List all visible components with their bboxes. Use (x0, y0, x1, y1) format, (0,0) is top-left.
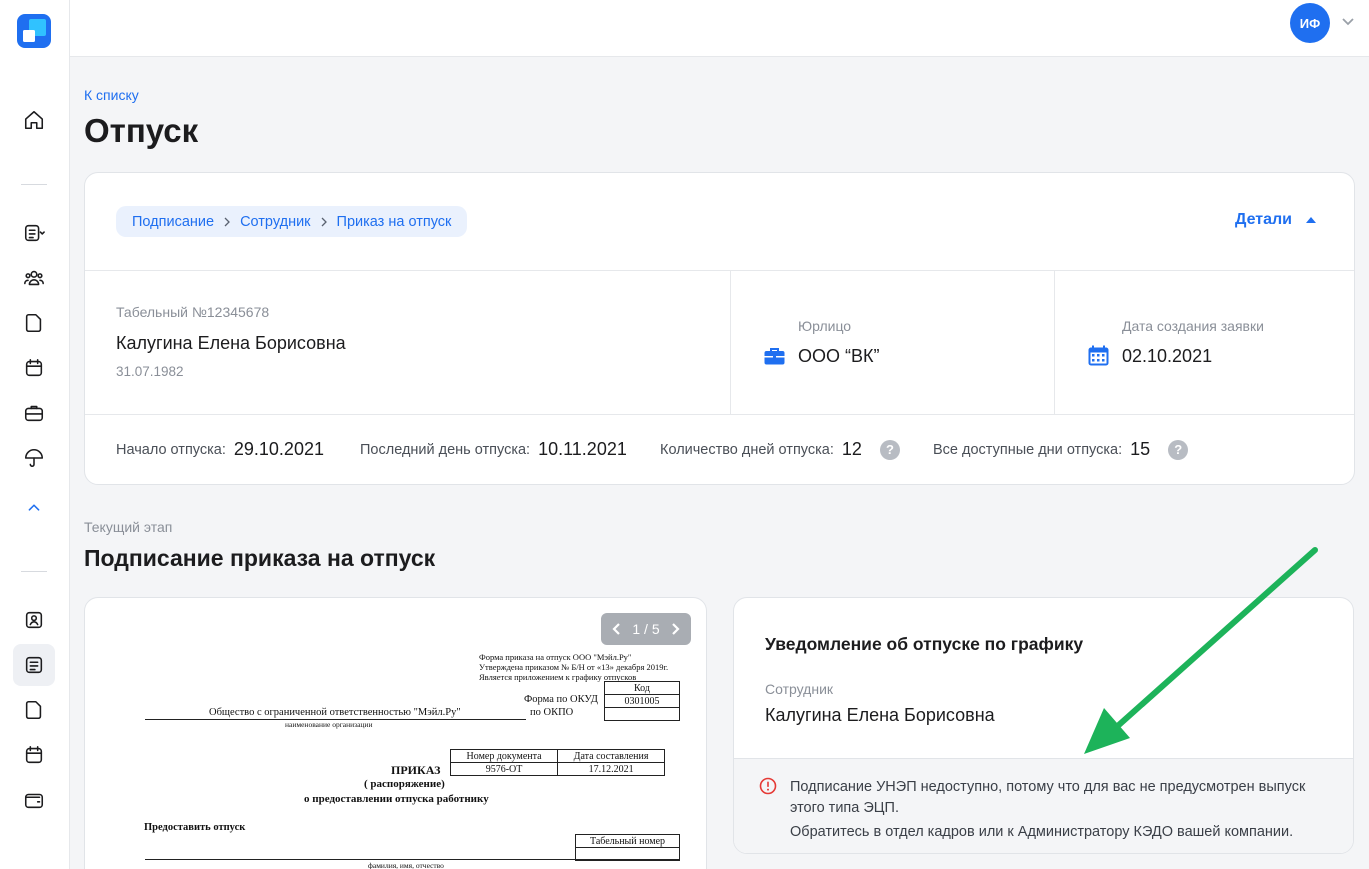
doc-underline (145, 859, 680, 860)
help-icon[interactable]: ? (1168, 440, 1188, 460)
details-label: Детали (1235, 211, 1292, 229)
calendar-icon[interactable] (13, 347, 55, 389)
doc-header-line: Утверждена приказом № Б/Н от «13» декабр… (479, 662, 668, 672)
profile-icon[interactable] (13, 599, 55, 641)
tab-number-label: Табельный номер (576, 835, 680, 848)
notice-employee-label: Сотрудник (765, 681, 833, 697)
briefcase-icon (764, 347, 785, 365)
page-pager: 1 / 5 (601, 613, 691, 645)
sidebar-divider (21, 571, 47, 572)
fio-caption: фамилия, имя, отчество (368, 861, 444, 869)
wallet-icon[interactable] (13, 779, 55, 821)
available-days-label: Все доступные дни отпуска: (933, 442, 1122, 458)
page-indicator: 1 / 5 (632, 621, 659, 637)
people-icon[interactable] (13, 257, 55, 299)
birth-date: 31.07.1982 (116, 364, 184, 379)
home-icon[interactable] (13, 99, 55, 141)
employee-name: Калугина Елена Борисовна (116, 333, 346, 354)
avatar[interactable]: ИФ (1290, 3, 1330, 43)
divider (85, 270, 1354, 271)
breadcrumb-item[interactable]: Приказ на отпуск (337, 214, 452, 230)
vacation-days-label: Количество дней отпуска: (660, 442, 834, 458)
doc-date: 17.12.2021 (558, 763, 665, 776)
tab-number: Табельный №12345678 (116, 304, 269, 320)
code-label: Код (605, 682, 680, 695)
order-subtitle: ( распоряжение) (364, 778, 445, 790)
available-days-value: 15 (1130, 439, 1150, 460)
details-toggle[interactable]: Детали (1235, 211, 1316, 229)
order-title: ПРИКАЗ (391, 763, 440, 778)
umbrella-icon[interactable] (13, 437, 55, 479)
okpo-label: по ОКПО (530, 707, 573, 718)
current-stage-title: Подписание приказа на отпуск (84, 545, 435, 572)
okud-value: 0301005 (605, 695, 680, 708)
alert-text: Подписание УНЭП недоступно, потому что д… (790, 777, 1335, 843)
legal-entity: ООО “ВК” (798, 346, 879, 367)
breadcrumb-item[interactable]: Подписание (132, 214, 214, 230)
notice-title: Уведомление об отпуске по графику (765, 634, 1083, 655)
sidebar (0, 0, 70, 869)
available-days-stat: Все доступные дни отпуска: 15 ? (933, 439, 1188, 460)
doc-number-label: Номер документа (451, 750, 558, 763)
alert-line: Подписание УНЭП недоступно, потому что д… (790, 777, 1335, 819)
org-name: Общество с ограниченной ответственностью… (209, 707, 461, 718)
app-logo-icon[interactable] (17, 14, 51, 48)
calendar-icon (1088, 345, 1109, 366)
alert-circle-icon (759, 777, 777, 795)
page-title: Отпуск (84, 112, 198, 150)
vacation-end-stat: Последний день отпуска: 10.11.2021 (360, 439, 627, 460)
document-list-icon[interactable] (13, 644, 55, 686)
divider (85, 414, 1354, 415)
chevron-up-icon[interactable] (13, 487, 55, 529)
order-about: о предоставлении отпуска работнику (304, 793, 489, 805)
created-date-label: Дата создания заявки (1122, 318, 1264, 334)
current-stage-label: Текущий этап (84, 519, 172, 535)
divider (730, 270, 731, 414)
vacation-start-value: 29.10.2021 (234, 439, 324, 460)
signature-unavailable-alert: Подписание УНЭП недоступно, потому что д… (734, 758, 1354, 854)
caret-up-icon (1306, 217, 1316, 223)
doc-header-line: Форма приказа на отпуск ООО "Мэйл.Ру" (479, 652, 631, 662)
document-preview[interactable]: Форма приказа на отпуск ООО "Мэйл.Ру" Ут… (84, 597, 707, 869)
doc-date-label: Дата составления (558, 750, 665, 763)
notice-employee-name: Калугина Елена Борисовна (765, 705, 995, 726)
document-list-icon[interactable] (13, 212, 55, 254)
legal-entity-label: Юрлицо (798, 318, 851, 334)
breadcrumb: Подписание Сотрудник Приказ на отпуск (116, 206, 467, 237)
briefcase-icon[interactable] (13, 392, 55, 434)
chevron-right-icon (223, 217, 231, 227)
calendar-icon[interactable] (13, 734, 55, 776)
divider (1054, 270, 1055, 414)
tab-number-table: Табельный номер (575, 834, 680, 861)
okpo-value (605, 708, 680, 721)
okud-label: Форма по ОКУД (524, 694, 598, 705)
vacation-days-value: 12 (842, 439, 862, 460)
help-icon[interactable]: ? (880, 440, 900, 460)
vacation-end-value: 10.11.2021 (538, 439, 627, 460)
top-bar: ИФ (70, 0, 1369, 57)
vacation-start-stat: Начало отпуска: 29.10.2021 (116, 439, 324, 460)
alert-line: Обратитесь в отдел кадров или к Админист… (790, 822, 1335, 843)
vacation-info-card: Подписание Сотрудник Приказ на отпуск Де… (84, 172, 1355, 485)
doc-number-table: Номер документаДата составления 9576-ОТ1… (450, 749, 665, 776)
chevron-right-icon (320, 217, 328, 227)
okud-code-table: Код 0301005 (604, 681, 680, 721)
sidebar-divider (21, 184, 47, 185)
doc-number: 9576-ОТ (451, 763, 558, 776)
breadcrumb-item[interactable]: Сотрудник (240, 214, 310, 230)
chevron-left-icon[interactable] (611, 623, 623, 635)
vacation-days-stat: Количество дней отпуска: 12 ? (660, 439, 900, 460)
chevron-right-icon[interactable] (669, 623, 681, 635)
vacation-end-label: Последний день отпуска: (360, 442, 530, 458)
created-date: 02.10.2021 (1122, 346, 1212, 367)
grant-label: Предоставить отпуск (144, 822, 245, 833)
org-caption: наименование организации (285, 720, 372, 729)
file-icon[interactable] (13, 302, 55, 344)
chevron-down-icon[interactable] (1341, 14, 1355, 28)
file-icon[interactable] (13, 689, 55, 731)
back-to-list-link[interactable]: К списку (84, 87, 139, 103)
vacation-start-label: Начало отпуска: (116, 442, 226, 458)
annotation-arrow-icon (1070, 540, 1330, 770)
